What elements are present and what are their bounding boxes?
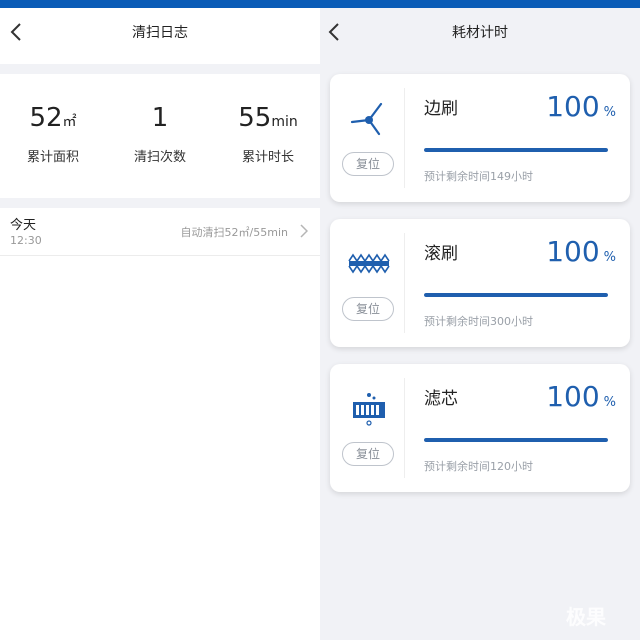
stat-value: 52	[29, 103, 63, 133]
watermark: 极果	[566, 605, 606, 629]
roller-brush-icon	[344, 245, 394, 285]
stat-label: 累计面积	[26, 150, 79, 165]
consumable-card-filter: 复位 滤芯 100% 预计剩余时间120小时	[330, 364, 630, 492]
consumable-name: 滤芯	[424, 389, 458, 409]
life-progress-bar	[424, 438, 608, 442]
divider	[404, 88, 405, 188]
filter-icon	[344, 390, 394, 430]
life-progress-bar	[424, 148, 608, 152]
consumable-percent: 100%	[546, 90, 616, 123]
page-title: 清扫日志	[132, 25, 188, 41]
consumable-name: 滚刷	[424, 244, 458, 264]
stat-unit: min	[271, 114, 298, 130]
consumable-name: 边刷	[424, 99, 458, 119]
stat-label: 清扫次数	[133, 150, 186, 165]
log-day: 今天	[10, 218, 37, 233]
stat-unit: ㎡	[62, 114, 77, 130]
consumable-percent: 100%	[546, 380, 616, 413]
consumable-percent: 100%	[546, 235, 616, 268]
chevron-right-icon	[300, 224, 308, 238]
reset-button[interactable]: 复位	[342, 152, 394, 176]
status-bar	[0, 0, 640, 8]
log-summary: 自动清扫52㎡/55min	[180, 226, 288, 239]
divider	[404, 233, 405, 333]
stat-clean-count: 1 清扫次数	[110, 102, 210, 165]
cleaning-log-header: 清扫日志	[0, 8, 320, 64]
life-progress-fill	[424, 293, 608, 297]
side-brush-icon	[344, 100, 394, 140]
reset-button[interactable]: 复位	[342, 442, 394, 466]
page-title: 耗材计时	[452, 25, 508, 41]
stat-value: 55	[238, 103, 272, 133]
log-time: 12:30	[10, 234, 42, 247]
stat-total-area: 52㎡ 累计面积	[3, 102, 103, 165]
section-divider	[0, 198, 320, 208]
consumables-screen: 耗材计时 复位 边刷 100% 预计剩余时间149小时 复位 滚刷 100 % …	[320, 8, 640, 640]
life-progress-fill	[424, 438, 608, 442]
reset-button[interactable]: 复位	[342, 297, 394, 321]
consumable-card-side-brush: 复位 边刷 100% 预计剩余时间149小时	[330, 74, 630, 202]
remaining-time: 预计剩余时间149小时	[424, 170, 533, 183]
log-list-item[interactable]: 今天 12:30 自动清扫52㎡/55min	[0, 208, 320, 256]
divider	[404, 378, 405, 478]
consumables-header: 耗材计时	[320, 8, 640, 60]
life-progress-bar	[424, 293, 608, 297]
stat-label: 累计时长	[241, 150, 294, 165]
stats-panel: 52㎡ 累计面积 1 清扫次数 55min 累计时长	[0, 74, 320, 198]
stat-value: 1	[151, 103, 169, 133]
consumable-card-roller-brush: 复位 滚刷 100% 预计剩余时间300小时	[330, 219, 630, 347]
life-progress-fill	[424, 148, 608, 152]
stat-total-duration: 55min 累计时长	[218, 102, 318, 165]
remaining-time: 预计剩余时间300小时	[424, 315, 533, 328]
remaining-time: 预计剩余时间120小时	[424, 460, 533, 473]
cleaning-log-screen: 清扫日志 52㎡ 累计面积 1 清扫次数 55min 累计时长 今天 12:30…	[0, 8, 320, 640]
